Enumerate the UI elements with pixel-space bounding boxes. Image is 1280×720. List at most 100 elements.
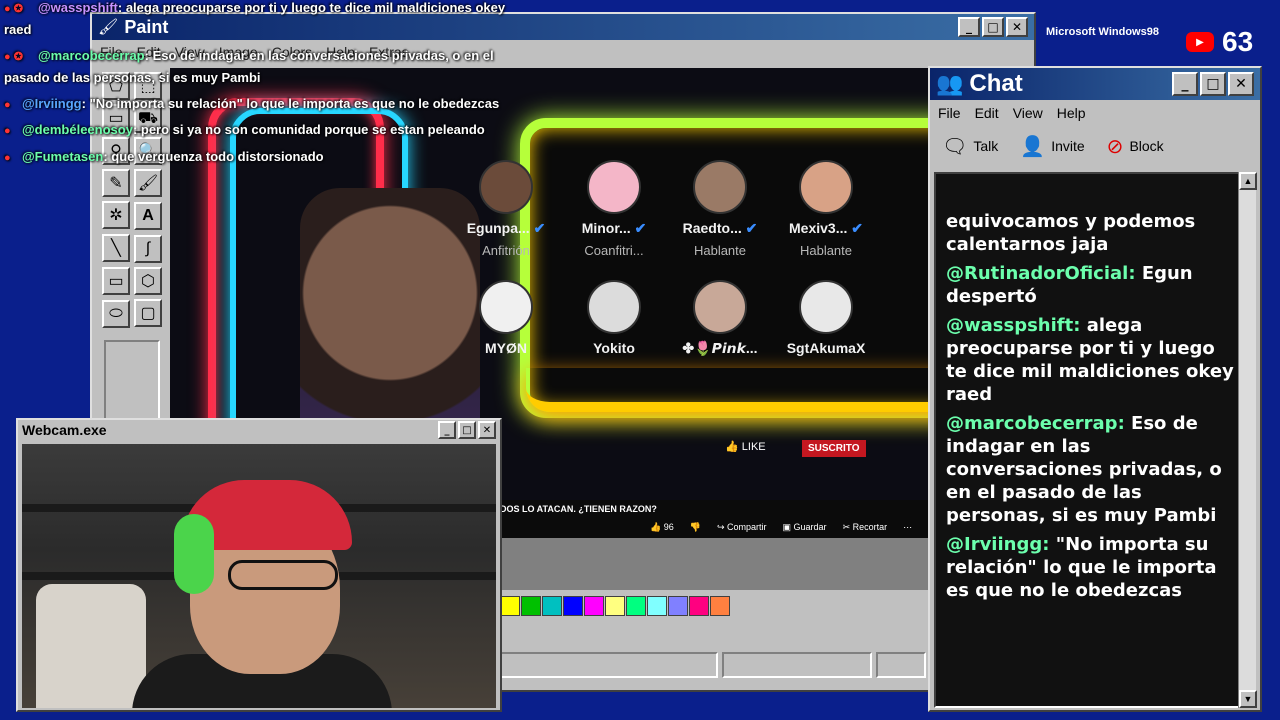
scroll-down-icon[interactable]: ▼ [1239,690,1257,708]
badge-icons: ● [4,125,11,137]
share-label: Compartir [727,522,767,532]
status-size [876,652,926,678]
speaker-2[interactable]: Minor... ✔ Coanfitri... [564,160,664,258]
speaker-3[interactable]: Raedto... ✔ Hablante [670,160,770,258]
airbrush-icon[interactable]: ✲ [102,201,130,229]
speaker-name: Yokito [593,340,635,356]
palette-swatch[interactable] [500,596,520,616]
maximize-button[interactable]: □ [1200,72,1226,96]
clip-button[interactable]: ✂ Recortar [843,522,888,533]
paint-titlebar[interactable]: 🖌 Paint _ □ ✕ [92,14,1034,40]
palette-swatch[interactable] [605,596,625,616]
chat-menu-file[interactable]: File [938,105,961,121]
chat-messages[interactable]: equivocamos y podemos calentarnos jaja @… [934,172,1244,708]
palette-swatch[interactable] [563,596,583,616]
curve-icon[interactable]: ∫ [134,235,162,263]
speaker-avatar [799,280,853,334]
chat-text: : alega preocuparse por ti y luego te di… [117,0,506,15]
chat-username: @Fumetasen [22,149,104,164]
chat-username: @wasspshift [38,0,118,15]
speaker-7[interactable]: ✤🌷𝙋𝙞𝙣𝙠... [670,280,770,357]
maximize-button[interactable]: □ [982,17,1004,37]
verified-icon: ✔ [745,220,758,236]
chat-text: raed [4,22,32,37]
speaker-avatar [799,160,853,214]
chat-message: @Irviingg: "No importa su relación" lo q… [946,533,1236,602]
ms-text: Microsoft Windows98 [1046,26,1159,38]
palette-swatch[interactable] [710,596,730,616]
speaker-5[interactable]: MYØN [456,280,556,356]
chat-text: : pero si ya no son comunidad porque se … [132,122,485,137]
brush-icon[interactable]: 🖌 [134,169,162,197]
overlay-chat-line: ● @Irviingg: "No importa su relación" lo … [4,96,499,111]
close-button[interactable]: ✕ [1006,17,1028,37]
palette-swatch[interactable] [521,596,541,616]
like-label: LIKE [741,441,766,453]
webcam-title: Webcam.exe [22,422,107,438]
status-coords [722,652,872,678]
speaker-1[interactable]: Egunpa... ✔ Anfitrión [456,160,556,258]
speaker-4[interactable]: Mexiv3... ✔ Hablante [776,160,876,258]
maximize-button[interactable]: □ [458,421,476,439]
chat-titlebar[interactable]: 👥 Chat _ □ ✕ [930,68,1260,100]
speaker-name: Minor... [581,220,631,236]
windows98-logo: Microsoft Windows98 [1046,22,1159,40]
speaker-avatar [693,160,747,214]
badge-icons: ● [4,152,11,164]
block-button[interactable]: ⊘ Block [1107,134,1164,159]
close-button[interactable]: ✕ [478,421,496,439]
speaker-8[interactable]: SgtAkumaX [776,280,876,356]
likes-button[interactable]: 👍 96 [650,522,674,533]
overlay-chat-line: ● @Fumetasen: que verguenza todo distorsi… [4,149,324,164]
palette-swatch[interactable] [584,596,604,616]
talk-icon: 🗨 [942,135,968,158]
chat-message: @RutinadorOficial: Egun despertó [946,262,1236,308]
save-button[interactable]: ▣ Guardar [783,522,827,533]
chat-message-user: @wasspshift: [946,315,1081,336]
likes-count: 96 [663,522,674,532]
speaker-6[interactable]: Yokito [564,280,664,356]
like-button[interactable]: 👍 LIKE [725,440,766,453]
dislike-icon[interactable]: 👎 [690,522,701,533]
webcam-titlebar[interactable]: Webcam.exe _ □ ✕ [18,420,500,440]
video-info-bar: DOS LO ATACAN. ¿TIENEN RAZON? 👍 96 👎 ↪ C… [500,500,930,538]
rectangle-icon[interactable]: ▭ [102,267,130,295]
minimize-button[interactable]: _ [958,17,980,37]
talk-button[interactable]: 🗨 Talk [942,134,998,159]
chat-menu-help[interactable]: Help [1057,105,1086,121]
polygon-icon[interactable]: ⬡ [134,267,162,295]
clip-label: Recortar [852,522,888,532]
text-icon[interactable]: A [134,202,162,230]
chat-message-user: @Irviingg: [946,534,1050,555]
green-headset [174,514,214,594]
chat-menu-edit[interactable]: Edit [975,105,999,121]
palette-swatch[interactable] [626,596,646,616]
palette-swatch[interactable] [689,596,709,616]
minimize-button[interactable]: _ [438,421,456,439]
more-icon[interactable]: ⋯ [903,522,912,533]
tool-options[interactable] [104,340,160,420]
ellipse-icon[interactable]: ⬭ [102,300,130,328]
speaker-avatar [479,160,533,214]
palette-swatch[interactable] [542,596,562,616]
rounded-rect-icon[interactable]: ▢ [134,299,162,327]
chat-toolbar: 🗨 Talk 👤 Invite ⊘ Block [930,126,1260,166]
color-palette [500,596,730,616]
chat-scrollbar[interactable]: ▲ ▼ [1238,172,1257,708]
minimize-button[interactable]: _ [1172,72,1198,96]
palette-swatch[interactable] [668,596,688,616]
chat-menu-view[interactable]: View [1013,105,1043,121]
glasses [228,560,338,590]
overlay-chat-line: ● ✪ @wasspshift: alega preocuparse por ti… [4,0,505,15]
overlay-chat-line: ● ✪ @marcobecerrap: Eso de indagar en las… [4,48,494,63]
palette-swatch[interactable] [647,596,667,616]
close-button[interactable]: ✕ [1228,72,1254,96]
speaker-name: Egunpa... [466,220,530,236]
pencil-icon[interactable]: ✎ [102,169,130,197]
subscribe-button[interactable]: SUSCRITO [802,440,866,457]
scroll-up-icon[interactable]: ▲ [1239,172,1257,190]
chat-username: @dembéleenosoy [22,122,133,137]
invite-button[interactable]: 👤 Invite [1020,134,1084,159]
share-button[interactable]: ↪ Compartir [717,522,767,533]
line-icon[interactable]: ╲ [102,234,130,262]
